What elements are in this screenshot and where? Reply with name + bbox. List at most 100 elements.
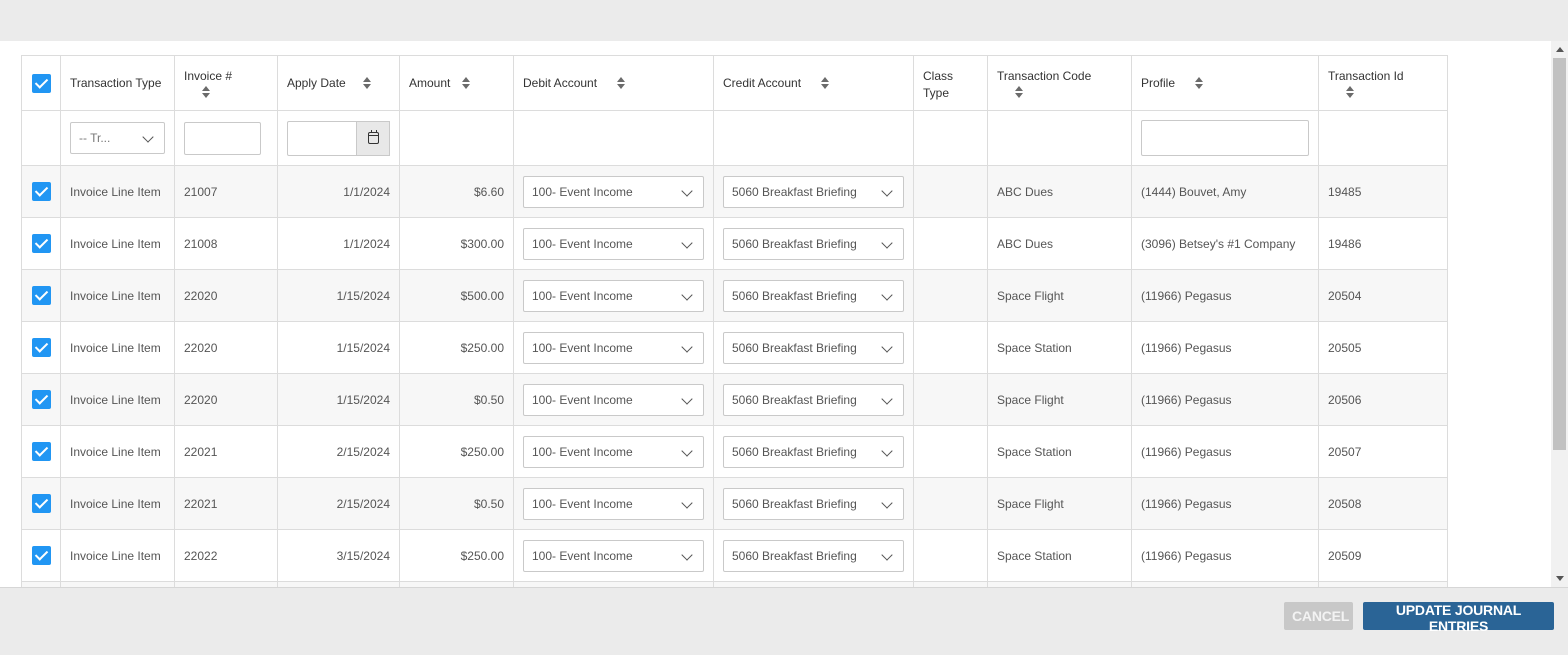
cell-apply-date: 3/15/2024 — [277, 529, 400, 582]
cell-invoice: 22020 — [174, 269, 278, 322]
row-checkbox[interactable] — [31, 442, 51, 461]
header-label: Profile — [1141, 75, 1176, 90]
cell-apply-date: 1/15/2024 — [277, 373, 400, 426]
cell-profile: (1444) Bouvet, Amy — [1131, 165, 1319, 218]
chevron-down-icon — [881, 392, 893, 405]
profile-filter-input[interactable] — [1141, 120, 1309, 156]
credit-account-select[interactable]: 5060 Breakfast Briefing — [723, 175, 904, 208]
header-profile[interactable]: Profile — [1131, 55, 1319, 111]
invoice-filter-input[interactable] — [184, 121, 261, 155]
debit-account-value: 100- Event Income — [532, 184, 633, 199]
header-transaction-code[interactable]: Transaction Code — [987, 55, 1132, 111]
credit-account-select[interactable]: 5060 Breakfast Briefing — [723, 383, 904, 416]
cell-transaction-code: Space Station — [987, 321, 1132, 374]
table-row[interactable]: Invoice Line Item 22022 3/15/2024 $250.00 10… — [21, 529, 1448, 582]
cell-credit-account: 5060 Breakfast Briefing — [713, 321, 914, 374]
cell-transaction-code: ABC Dues — [987, 165, 1132, 218]
cell-apply-date: 1/15/2024 — [277, 321, 400, 374]
sort-icon[interactable] — [617, 77, 626, 90]
header-transaction-id[interactable]: Transaction Id — [1318, 55, 1448, 111]
cell-debit-account: 100- Event Income — [513, 425, 714, 478]
cell-credit-account: 5060 Breakfast Briefing — [713, 425, 914, 478]
sort-icon[interactable] — [1346, 86, 1354, 98]
cell-transaction-code: Space Flight — [987, 269, 1132, 322]
debit-account-select[interactable]: 100- Event Income — [523, 383, 704, 416]
header-invoice[interactable]: Invoice # — [174, 55, 278, 111]
transaction-type-filter-select[interactable]: -- Tr... — [70, 122, 165, 154]
table-row[interactable]: Invoice Line Item 21008 1/1/2024 $300.00 100… — [21, 217, 1448, 270]
debit-account-value: 100- Event Income — [532, 548, 633, 563]
cell-transaction-code: Space Station — [987, 425, 1132, 478]
debit-account-select[interactable]: 100- Event Income — [523, 435, 704, 468]
filter-cell — [1131, 110, 1319, 166]
sort-icon[interactable] — [462, 77, 471, 90]
table-row[interactable]: Invoice Line Item 22020 1/15/2024 $250.00 10… — [21, 321, 1448, 374]
header-class-type[interactable]: Class Type — [913, 55, 988, 111]
credit-account-value: 5060 Breakfast Briefing — [732, 548, 857, 563]
row-checkbox[interactable] — [31, 390, 51, 409]
cell-transaction-type: Invoice Line Item — [60, 425, 175, 478]
select-all-header — [21, 55, 61, 111]
table-row[interactable]: Invoice Line Item 22021 2/15/2024 $0.50 100-… — [21, 477, 1448, 530]
sort-icon[interactable] — [202, 86, 210, 98]
select-all-checkbox[interactable] — [31, 73, 51, 93]
scrollbar-thumb[interactable] — [1553, 58, 1566, 450]
debit-account-select[interactable]: 100- Event Income — [523, 331, 704, 364]
credit-account-select[interactable]: 5060 Breakfast Briefing — [723, 279, 904, 312]
header-amount[interactable]: Amount — [399, 55, 514, 111]
table-row[interactable]: Invoice Line Item 22020 1/15/2024 $500.00 10… — [21, 269, 1448, 322]
scroll-up-icon[interactable] — [1556, 47, 1564, 52]
credit-account-select[interactable]: 5060 Breakfast Briefing — [723, 435, 904, 468]
date-picker-button[interactable] — [356, 120, 390, 156]
update-journal-entries-button[interactable]: UPDATE JOURNAL ENTRIES — [1363, 602, 1554, 634]
debit-account-select[interactable]: 100- Event Income — [523, 539, 704, 572]
row-select-cell — [21, 529, 61, 582]
sort-icon[interactable] — [1195, 77, 1204, 90]
credit-account-select[interactable]: 5060 Breakfast Briefing — [723, 227, 904, 260]
debit-account-select[interactable]: 100- Event Income — [523, 487, 704, 520]
header-credit-account[interactable]: Credit Account — [713, 55, 914, 111]
row-checkbox[interactable] — [31, 338, 51, 357]
debit-account-value: 100- Event Income — [532, 288, 633, 303]
cell-amount: $500.00 — [399, 269, 514, 322]
cell-invoice: 22022 — [174, 529, 278, 582]
scroll-down-icon[interactable] — [1556, 576, 1564, 581]
credit-account-select[interactable]: 5060 Breakfast Briefing — [723, 487, 904, 520]
debit-account-select[interactable]: 100- Event Income — [523, 227, 704, 260]
header-apply-date[interactable]: Apply Date — [277, 55, 400, 111]
sort-icon[interactable] — [362, 77, 371, 90]
cell-apply-date: 1/1/2024 — [277, 165, 400, 218]
cancel-button[interactable]: CANCEL — [1284, 602, 1353, 630]
credit-account-value: 5060 Breakfast Briefing — [732, 236, 857, 251]
vertical-scrollbar[interactable] — [1551, 41, 1568, 587]
debit-account-select[interactable]: 100- Event Income — [523, 279, 704, 312]
credit-account-select[interactable]: 5060 Breakfast Briefing — [723, 539, 904, 572]
row-select-cell — [21, 373, 61, 426]
journal-entries-table: Transaction Type Invoice # Apply Date Am… — [21, 55, 1448, 587]
apply-date-filter-input[interactable] — [287, 120, 357, 156]
debit-account-select[interactable]: 100- Event Income — [523, 175, 704, 208]
cell-profile: (11966) Pegasus — [1131, 529, 1319, 582]
table-row[interactable]: Invoice Line Item 22020 1/15/2024 $0.50 100-… — [21, 373, 1448, 426]
table-row[interactable]: Invoice Line Item 21007 1/1/2024 $6.60 100- … — [21, 165, 1448, 218]
cell-transaction-id: 19485 — [1318, 165, 1448, 218]
table-row[interactable]: Invoice Line Item 22021 2/15/2024 $250.00 10… — [21, 425, 1448, 478]
row-checkbox[interactable] — [31, 234, 51, 253]
sort-icon[interactable] — [821, 77, 830, 90]
header-transaction-type[interactable]: Transaction Type — [60, 55, 175, 111]
credit-account-value: 5060 Breakfast Briefing — [732, 444, 857, 459]
sort-icon[interactable] — [1015, 86, 1023, 98]
header-debit-account[interactable]: Debit Account — [513, 55, 714, 111]
cell-credit-account: 5060 Breakfast Briefing — [713, 373, 914, 426]
debit-account-value: 100- Event Income — [532, 236, 633, 251]
header-label: Debit Account — [523, 75, 598, 90]
filter-cell — [1318, 110, 1448, 166]
row-checkbox[interactable] — [31, 546, 51, 565]
credit-account-select[interactable]: 5060 Breakfast Briefing — [723, 331, 904, 364]
row-checkbox[interactable] — [31, 494, 51, 513]
filter-cell: -- Tr... — [60, 110, 175, 166]
row-checkbox[interactable] — [31, 286, 51, 305]
modal-top-bar — [0, 0, 1568, 41]
row-checkbox[interactable] — [31, 182, 51, 201]
cell-amount: $0.50 — [399, 477, 514, 530]
